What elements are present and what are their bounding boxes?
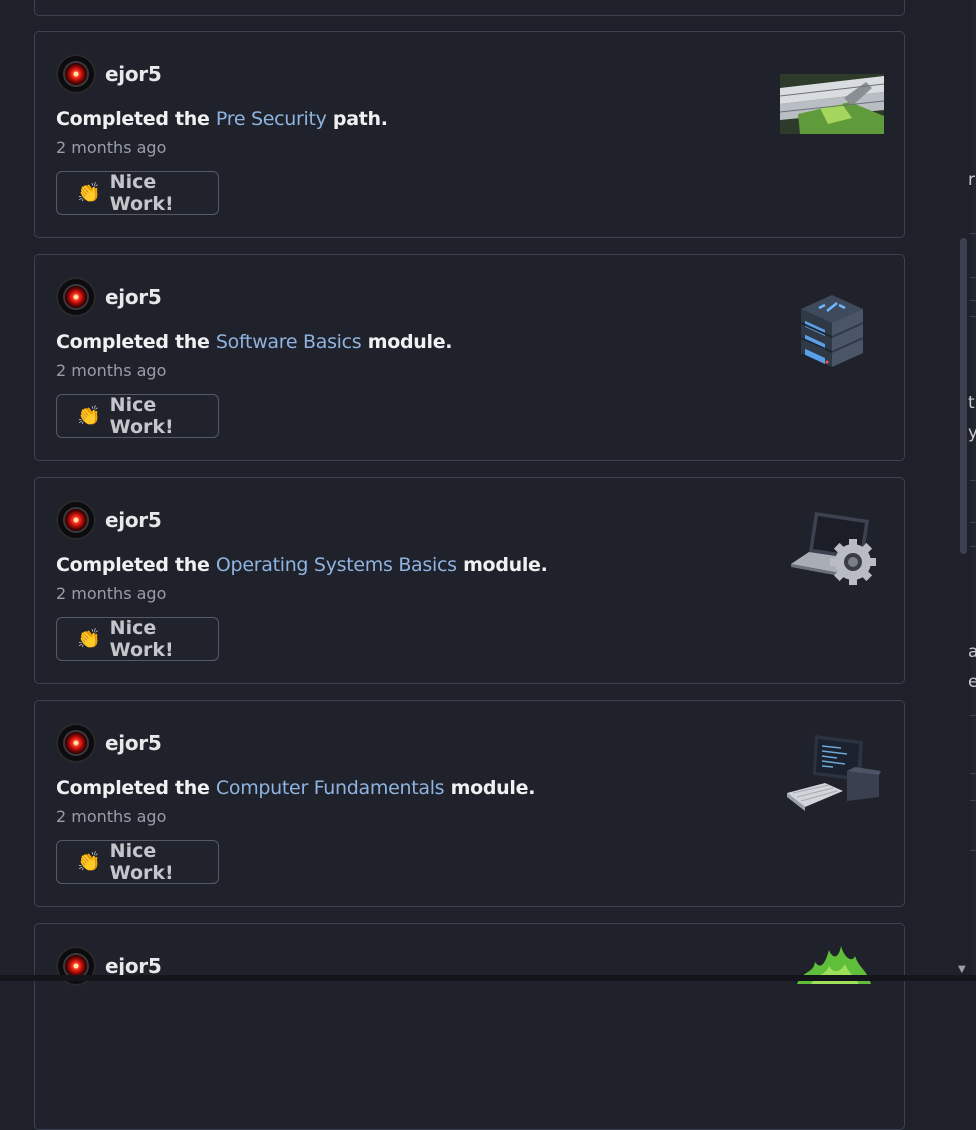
user-row: ejor5 [56, 722, 162, 764]
server-stack-icon [800, 295, 864, 367]
activity-card: ejor5 Completed the Pre Security path. 2… [34, 31, 905, 238]
activity-text: Completed the Pre Security path. [56, 108, 388, 130]
timestamp: 2 months ago [56, 807, 167, 826]
desktop-computer-icon [787, 735, 881, 811]
activity-suffix: module. [450, 777, 536, 799]
activity-card-partial [34, 0, 905, 16]
clapping-hands-icon: 👏 [77, 404, 101, 427]
user-row: ejor5 [56, 276, 162, 318]
activity-text: Completed the Operating Systems Basics m… [56, 554, 548, 576]
username[interactable]: ejor5 [105, 731, 162, 755]
activity-card: ejor5 Completed the Computer Fundamental… [34, 700, 905, 907]
activity-card: ejor5 Completed the Software Basics modu… [34, 254, 905, 461]
avatar[interactable] [56, 277, 96, 317]
operating-systems-basics-link[interactable]: Operating Systems Basics [216, 554, 457, 576]
activity-text: Completed the Computer Fundamentals modu… [56, 777, 535, 799]
nice-work-label: Nice Work! [109, 617, 174, 661]
timestamp: 2 months ago [56, 584, 167, 603]
username[interactable]: ejor5 [105, 62, 162, 86]
pre-security-link[interactable]: Pre Security [216, 108, 327, 130]
avatar[interactable] [56, 54, 96, 94]
activity-prefix: Completed the [56, 331, 210, 353]
nice-work-label: Nice Work! [109, 171, 174, 215]
timestamp: 2 months ago [56, 361, 167, 380]
pre-security-path-icon [780, 74, 884, 134]
scroll-down-arrow-icon[interactable]: ▼ [958, 964, 966, 975]
avatar[interactable] [56, 500, 96, 540]
activity-suffix: path. [332, 108, 388, 130]
scrollbar-thumb[interactable] [960, 238, 967, 554]
nice-work-button[interactable]: 👏 Nice Work! [56, 171, 219, 215]
activity-suffix: module. [367, 331, 453, 353]
bottom-edge [0, 975, 976, 981]
user-row: ejor5 [56, 53, 162, 95]
activity-card: ejor5 Completed the Operating Systems Ba… [34, 477, 905, 684]
nice-work-label: Nice Work! [109, 394, 174, 438]
nice-work-button[interactable]: 👏 Nice Work! [56, 394, 219, 438]
computer-fundamentals-link[interactable]: Computer Fundamentals [216, 777, 445, 799]
timestamp: 2 months ago [56, 138, 167, 157]
nice-work-button[interactable]: 👏 Nice Work! [56, 840, 219, 884]
activity-suffix: module. [463, 554, 548, 576]
nice-work-button[interactable]: 👏 Nice Work! [56, 617, 219, 661]
software-basics-link[interactable]: Software Basics [216, 331, 362, 353]
avatar[interactable] [56, 723, 96, 763]
clapping-hands-icon: 👏 [77, 181, 101, 204]
activity-prefix: Completed the [56, 777, 210, 799]
activity-prefix: Completed the [56, 108, 210, 130]
username[interactable]: ejor5 [105, 508, 162, 532]
laptop-gear-icon [791, 512, 876, 585]
nice-work-label: Nice Work! [109, 840, 174, 884]
clapping-hands-icon: 👏 [77, 627, 101, 650]
clapping-hands-icon: 👏 [77, 850, 101, 873]
activity-text: Completed the Software Basics module. [56, 331, 453, 353]
activity-card: ejor5 [34, 923, 905, 1130]
username[interactable]: ejor5 [105, 285, 162, 309]
activity-prefix: Completed the [56, 554, 210, 576]
user-row: ejor5 [56, 499, 162, 541]
